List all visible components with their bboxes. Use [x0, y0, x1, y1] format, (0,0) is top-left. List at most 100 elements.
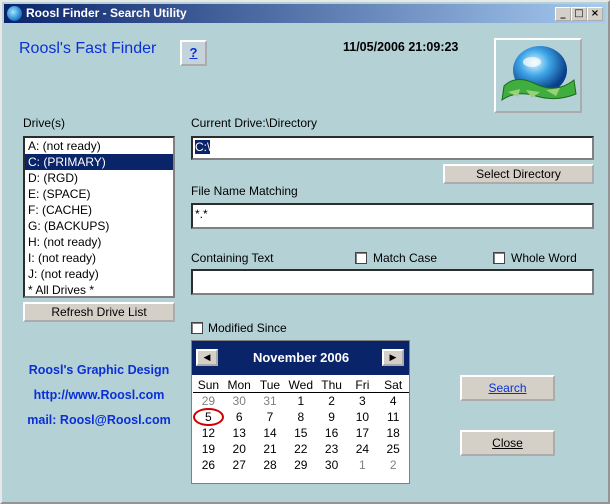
credits-email-link[interactable]: mail: Roosl@Roosl.com [14, 413, 184, 427]
date-calendar[interactable]: ◀ November 2006 ▶ Sun Mon Tue Wed Thu Fri Sat 2… [191, 340, 410, 484]
match-case-checkbox[interactable] [355, 252, 367, 264]
directory-field[interactable]: C:\ [191, 136, 594, 160]
calendar-week-row: 5 6 7 8 9 10 11 [193, 408, 409, 426]
calendar-day-number: 29 [294, 458, 308, 472]
calendar-weekday-label: Wed [285, 377, 317, 393]
calendar-day-number: 25 [386, 442, 400, 456]
filename-input[interactable]: *.* [191, 203, 594, 229]
drive-list-item[interactable]: C: (PRIMARY) [25, 154, 173, 170]
match-case-label[interactable]: Match Case [373, 251, 437, 265]
drive-list-item[interactable]: E: (SPACE) [25, 186, 173, 202]
calendar-day-number: 27 [232, 458, 246, 472]
calendar-day-number: 21 [263, 442, 277, 456]
calendar-day-cell[interactable]: 31 [255, 393, 286, 409]
calendar-day-number: 30 [232, 394, 246, 408]
drive-list-item[interactable]: I: (not ready) [25, 250, 173, 266]
drives-listbox[interactable]: A: (not ready) C: (PRIMARY) D: (RGD) E: (SP… [23, 136, 175, 298]
calendar-day-number: 3 [359, 394, 366, 408]
calendar-day-cell[interactable]: 22 [285, 441, 316, 457]
calendar-day-cell[interactable]: 3 [347, 393, 378, 409]
calendar-weekday-label: Fri [346, 377, 378, 393]
calendar-day-cell[interactable]: 21 [255, 441, 286, 457]
select-directory-button[interactable]: Select Directory [443, 164, 594, 184]
calendar-day-cell[interactable]: 11 [378, 409, 409, 425]
credits-company: Roosl's Graphic Design [28, 363, 170, 377]
calendar-day-cell[interactable]: 30 [224, 393, 255, 409]
calendar-day-cell[interactable]: 2 [316, 393, 347, 409]
calendar-day-cell[interactable]: 29 [193, 393, 224, 409]
modified-since-checkbox[interactable] [191, 322, 203, 334]
maximize-button[interactable]: □ [571, 7, 587, 21]
calendar-day-number: 19 [201, 442, 216, 456]
calendar-week-row: 19 20 21 22 23 24 25 [193, 441, 409, 457]
calendar-day-cell[interactable]: 2 [378, 457, 409, 473]
calendar-day-cell[interactable]: 17 [347, 425, 378, 441]
calendar-day-cell[interactable]: 27 [224, 457, 255, 473]
containing-text-input[interactable] [191, 269, 594, 295]
calendar-day-cell[interactable]: 6 [224, 409, 255, 425]
calendar-day-cell[interactable]: 25 [378, 441, 409, 457]
refresh-drive-list-button[interactable]: Refresh Drive List [23, 302, 175, 322]
search-button[interactable]: Search [460, 375, 555, 401]
calendar-day-cell[interactable]: 23 [316, 441, 347, 457]
drive-list-item[interactable]: * All Drives * [25, 282, 173, 298]
calendar-day-cell[interactable]: 5 [193, 408, 224, 426]
drive-list-item[interactable]: F: (CACHE) [25, 202, 173, 218]
calendar-day-cell[interactable]: 28 [255, 457, 286, 473]
calendar-day-cell[interactable]: 13 [224, 425, 255, 441]
calendar-day-cell[interactable]: 1 [347, 457, 378, 473]
calendar-weekday-label: Thu [316, 377, 347, 393]
drive-list-item[interactable]: D: (RGD) [25, 170, 173, 186]
calendar-day-cell[interactable]: 7 [255, 409, 286, 425]
calendar-day-number: 14 [263, 426, 277, 440]
calendar-weekday-label: Mon [223, 377, 255, 393]
calendar-day-number: 13 [232, 426, 246, 440]
calendar-day-cell[interactable]: 14 [255, 425, 286, 441]
next-month-button[interactable]: ▶ [382, 349, 404, 366]
directory-value: C:\ [195, 140, 211, 154]
calendar-day-number: 6 [235, 410, 243, 424]
calendar-day-number: 23 [324, 442, 339, 456]
modified-since-label[interactable]: Modified Since [208, 321, 287, 335]
calendar-day-number: 12 [201, 426, 216, 440]
drive-list-item[interactable]: G: (BACKUPS) [25, 218, 173, 234]
calendar-day-cell[interactable]: 16 [316, 425, 347, 441]
prev-month-button[interactable]: ◀ [196, 349, 218, 366]
calendar-day-cell[interactable]: 30 [316, 457, 347, 473]
calendar-day-number: 31 [263, 394, 277, 408]
calendar-day-cell[interactable]: 26 [193, 457, 224, 473]
calendar-day-cell[interactable]: 24 [347, 441, 378, 457]
calendar-day-cell[interactable]: 19 [193, 441, 224, 457]
drive-list-item[interactable]: A: (not ready) [25, 138, 173, 154]
whole-word-checkbox[interactable] [493, 252, 505, 264]
close-button[interactable]: Close [460, 430, 555, 456]
minimize-button[interactable]: _ [555, 7, 571, 21]
calendar-day-number: 4 [389, 394, 397, 408]
calendar-day-number: 24 [355, 442, 370, 456]
drive-list-item[interactable]: J: (not ready) [25, 266, 173, 282]
calendar-day-cell[interactable]: 10 [347, 409, 378, 425]
calendar-day-number: 7 [266, 410, 274, 424]
drive-list-item[interactable]: H: (not ready) [25, 234, 173, 250]
app-globe-icon [7, 6, 22, 21]
calendar-day-cell[interactable]: 29 [285, 457, 316, 473]
title-bar[interactable]: Roosl Finder - Search Utility _ □ × [4, 4, 606, 23]
app-window: Roosl Finder - Search Utility _ □ × Roos… [0, 0, 610, 504]
whole-word-label[interactable]: Whole Word [511, 251, 577, 265]
calendar-day-cell[interactable]: 20 [224, 441, 255, 457]
help-button[interactable]: ? [180, 40, 207, 66]
calendar-day-cell[interactable]: 1 [285, 393, 316, 409]
calendar-day-number: 8 [297, 410, 305, 424]
calendar-day-cell[interactable]: 18 [378, 425, 409, 441]
calendar-week-row: 26 27 28 29 30 1 2 [193, 457, 409, 473]
calendar-day-cell[interactable]: 12 [193, 425, 224, 441]
calendar-day-cell[interactable]: 9 [316, 409, 347, 425]
calendar-day-number: 1 [297, 394, 305, 408]
calendar-day-cell[interactable]: 8 [285, 409, 316, 425]
credits-website-link[interactable]: http://www.Roosl.com [14, 388, 184, 402]
calendar-weekday-row: Sun Mon Tue Wed Thu Fri Sat [193, 377, 409, 393]
calendar-day-cell[interactable]: 15 [285, 425, 316, 441]
calendar-day-cell[interactable]: 4 [378, 393, 409, 409]
close-window-button[interactable]: × [587, 7, 603, 21]
calendar-day-number: 22 [294, 442, 308, 456]
